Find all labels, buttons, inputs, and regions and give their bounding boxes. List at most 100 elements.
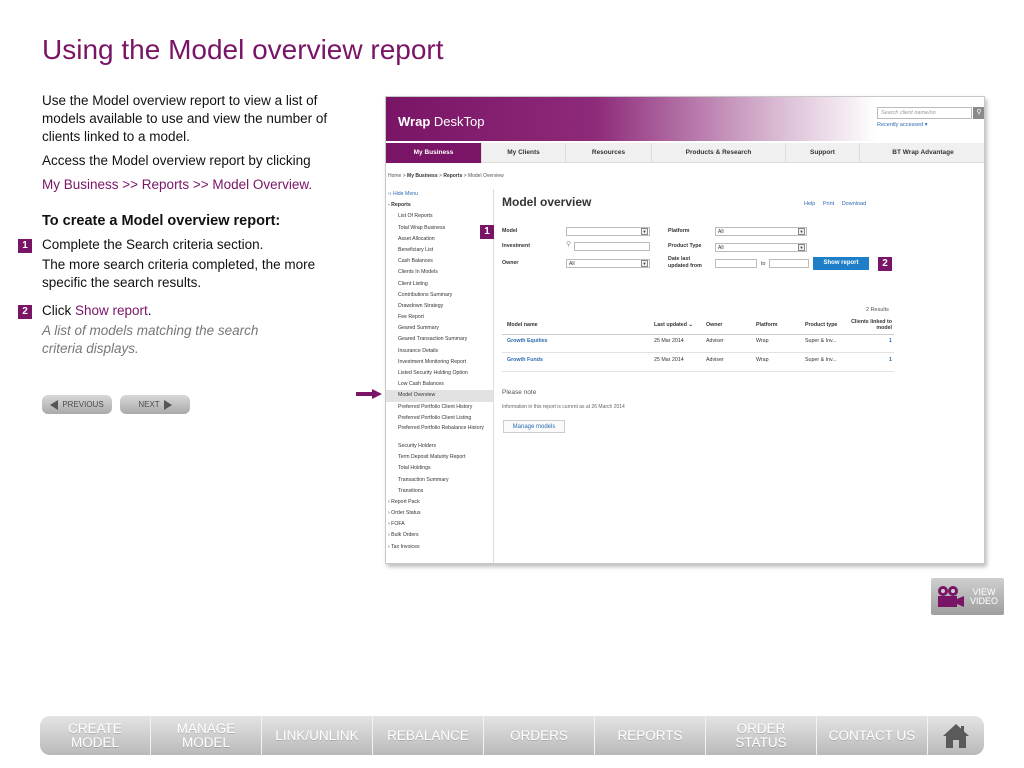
sidebar-category[interactable]: › Bulk Orders: [386, 530, 493, 541]
date-from-input[interactable]: [715, 259, 757, 268]
sidebar-category[interactable]: › FOFA: [386, 519, 493, 530]
bottom-nav-label: REBALANCE: [387, 728, 469, 743]
nav-my-clients[interactable]: My Clients: [482, 143, 566, 163]
bottom-nav-item[interactable]: MANAGE MODEL: [151, 716, 262, 755]
sidebar-item-report[interactable]: Model Overview: [386, 390, 493, 402]
view-video-button[interactable]: VIEW VIDEO: [931, 578, 1004, 615]
bottom-nav-label: CREATE MODEL: [68, 721, 122, 750]
sidebar-item-report[interactable]: List Of Reports: [386, 211, 493, 222]
clients-linked-link[interactable]: 1: [848, 357, 892, 363]
client-search-input[interactable]: Search client name/no: [877, 107, 972, 119]
bottom-nav-item[interactable]: ORDERS: [484, 716, 595, 755]
video-label-line2: VIDEO: [969, 596, 998, 606]
sidebar-item-report[interactable]: Security Holders: [386, 441, 493, 452]
next-button[interactable]: NEXT: [120, 395, 190, 414]
previous-arrow-icon: [50, 399, 59, 410]
col-clients-linked[interactable]: Clients linked to model: [848, 319, 892, 331]
step-1-subtext: The more search criteria completed, the …: [42, 257, 316, 290]
breadcrumb-home[interactable]: Home: [388, 173, 401, 179]
sidebar-item-report[interactable]: Total Holdings: [386, 463, 493, 474]
sidebar-item-report[interactable]: Clients In Models: [386, 267, 493, 278]
sidebar-item-report[interactable]: Geared Transaction Summary: [386, 334, 493, 345]
sidebar-item-report[interactable]: Geared Summary: [386, 323, 493, 334]
sidebar-category[interactable]: › Tax Invoices: [386, 542, 493, 553]
platform-select[interactable]: All: [715, 227, 807, 236]
investment-input[interactable]: [574, 242, 650, 251]
manage-models-button[interactable]: Manage models: [503, 420, 565, 433]
product-type-select[interactable]: All: [715, 243, 807, 252]
table-cell: Super & Inv...: [805, 338, 837, 344]
chevron-down-icon[interactable]: ▼: [641, 228, 648, 235]
sidebar-reports-header[interactable]: - Reports: [386, 200, 493, 211]
nav-resources[interactable]: Resources: [566, 143, 652, 163]
sidebar-item-report[interactable]: Beneficiary List: [386, 245, 493, 256]
next-arrow-icon: [163, 399, 172, 410]
model-name-link[interactable]: Growth Equities: [507, 338, 548, 344]
col-product-type[interactable]: Product type: [805, 322, 837, 328]
bottom-navigation: CREATE MODEL MANAGE MODEL LINK/UNLINK REBALAN…: [40, 716, 984, 755]
step-2-number: 2: [18, 305, 32, 319]
help-link[interactable]: Help: [804, 201, 815, 207]
sidebar-item-report[interactable]: Preferred Portfolio Client History: [386, 402, 493, 413]
sidebar-item-report[interactable]: Investment Monitoring Report: [386, 357, 493, 368]
sidebar-item-report[interactable]: Transaction Summary: [386, 475, 493, 486]
pointer-arrow-icon: [356, 389, 382, 399]
col-model-name[interactable]: Model name: [507, 322, 538, 328]
sidebar-item-report[interactable]: Total Wrap Business: [386, 223, 493, 234]
step-2-link: Show report: [75, 303, 148, 318]
step-2-prefix: Click: [42, 303, 75, 318]
bottom-nav-item[interactable]: LINK/UNLINK: [262, 716, 373, 755]
home-button[interactable]: [928, 716, 984, 755]
sidebar-item-report[interactable]: Low Cash Balances: [386, 379, 493, 390]
callout-1: 1: [480, 225, 494, 239]
bottom-nav-item[interactable]: CREATE MODEL: [40, 716, 151, 755]
bottom-nav-item[interactable]: ORDER STATUS: [706, 716, 817, 755]
col-platform[interactable]: Platform: [756, 322, 778, 328]
product-type-label: Product Type: [668, 243, 702, 249]
bottom-nav-item[interactable]: CONTACT US: [817, 716, 928, 755]
sidebar-item-report[interactable]: Asset Allocation: [386, 234, 493, 245]
sidebar-item-report[interactable]: Contributions Summary: [386, 290, 493, 301]
nav-support[interactable]: Support: [786, 143, 860, 163]
owner-select[interactable]: All: [566, 259, 650, 268]
col-last-updated[interactable]: Last updated ⌄: [654, 322, 693, 328]
sidebar-item-report[interactable]: Drawdown Strategy: [386, 301, 493, 312]
model-select[interactable]: [566, 227, 650, 236]
show-report-button[interactable]: Show report: [813, 257, 869, 270]
sidebar-item-report[interactable]: Fee Report: [386, 312, 493, 323]
breadcrumb-my-business[interactable]: My Business: [407, 173, 438, 179]
sidebar-item-report[interactable]: Term Deposit Maturity Report: [386, 452, 493, 463]
bottom-nav-item[interactable]: REPORTS: [595, 716, 706, 755]
recently-accessed-dropdown[interactable]: Recently accessed ▾: [877, 122, 927, 128]
clients-linked-link[interactable]: 1: [848, 338, 892, 344]
bottom-nav-item[interactable]: REBALANCE: [373, 716, 484, 755]
table-row: Growth Funds 25 Mar 2014 Adviser Wrap Super …: [502, 354, 894, 372]
chevron-down-icon[interactable]: ▼: [798, 228, 805, 235]
sidebar-item-report[interactable]: Preferred Portfolio Client Listing: [386, 413, 493, 424]
hide-menu-link[interactable]: ‹‹ Hide Menu: [386, 189, 493, 200]
video-camera-icon: [938, 586, 964, 607]
chevron-down-icon[interactable]: ▼: [798, 244, 805, 251]
sidebar-item-report[interactable]: Client Listing: [386, 279, 493, 290]
model-name-link[interactable]: Growth Funds: [507, 357, 543, 363]
chevron-down-icon[interactable]: ▼: [641, 260, 648, 267]
nav-products-research[interactable]: Products & Research: [652, 143, 786, 163]
sidebar-item-report[interactable]: Listed Security Holding Option: [386, 368, 493, 379]
previous-button[interactable]: PREVIOUS: [42, 395, 112, 414]
download-link[interactable]: Download: [842, 201, 866, 207]
print-link[interactable]: Print: [823, 201, 834, 207]
date-to-input[interactable]: [769, 259, 809, 268]
sidebar-item-report[interactable]: Preferred Portfolio Rebalance History: [386, 424, 493, 441]
sidebar-category[interactable]: › Order Status: [386, 508, 493, 519]
nav-bt-wrap-advantage[interactable]: BT Wrap Advantage: [860, 143, 984, 163]
breadcrumb-reports[interactable]: Reports: [443, 173, 462, 179]
sidebar-item-report[interactable]: Cash Balances: [386, 256, 493, 267]
investment-label: Investment: [502, 243, 530, 249]
sidebar-category[interactable]: › Report Pack: [386, 497, 493, 508]
sidebar-item-report[interactable]: Transitions: [386, 486, 493, 497]
bottom-nav-label: MANAGE MODEL: [177, 721, 236, 750]
search-icon[interactable]: ⚲: [973, 107, 984, 119]
sidebar-item-report[interactable]: Insurance Details: [386, 346, 493, 357]
col-owner[interactable]: Owner: [706, 322, 722, 328]
nav-my-business[interactable]: My Business: [386, 143, 482, 163]
